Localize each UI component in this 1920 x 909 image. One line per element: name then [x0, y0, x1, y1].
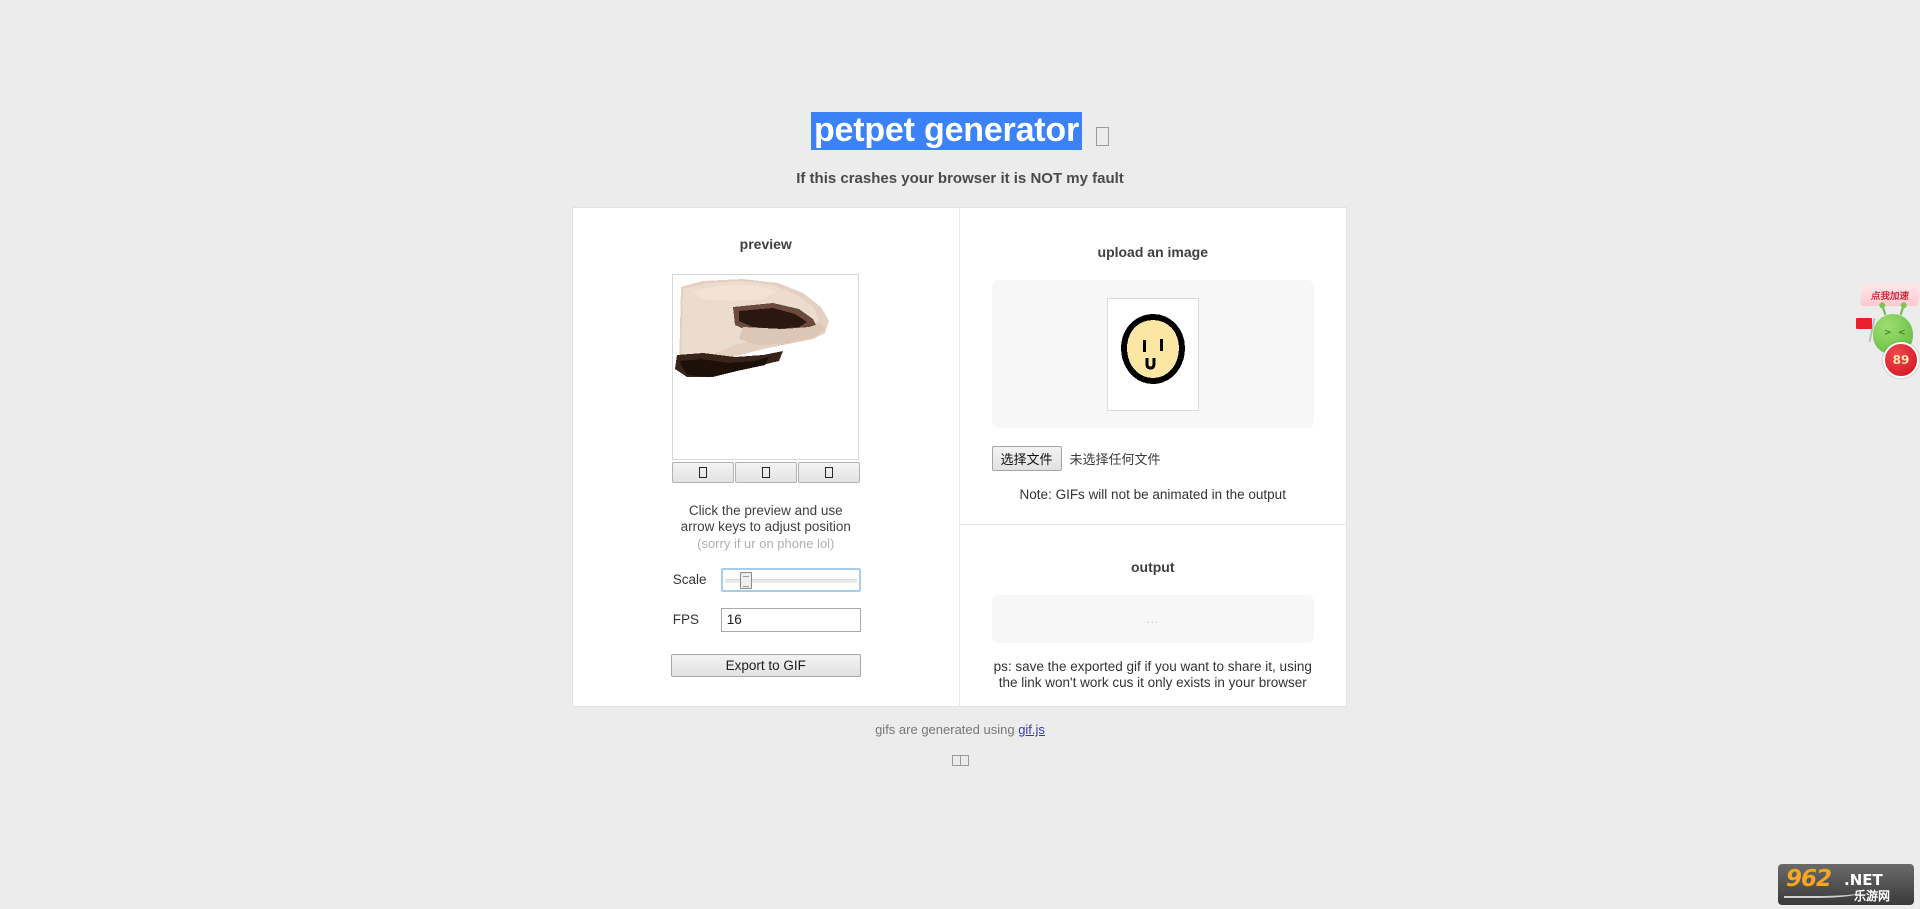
- ad-flag-icon: [1856, 318, 1872, 329]
- output-ps: ps: save the exported gif if you want to…: [992, 659, 1315, 692]
- ad-antenna-right-icon: [1899, 305, 1905, 316]
- choose-file-button[interactable]: 选择文件: [991, 446, 1062, 471]
- scale-row: Scale: [671, 567, 861, 592]
- preview-panel: preview Click the preview and use arrow …: [573, 208, 960, 706]
- file-input-row[interactable]: 选择文件 未选择任何文件: [991, 446, 1315, 471]
- upload-heading: upload an image: [1097, 244, 1208, 260]
- output-panel: output ... ps: save the exported gif if …: [960, 525, 1347, 692]
- fps-label: FPS: [672, 612, 700, 628]
- pet-hand-image: [673, 277, 839, 387]
- footer-tofu-wrap: [0, 753, 1920, 771]
- uploaded-smiley-image: [1110, 302, 1195, 406]
- gifjs-link[interactable]: gif.js: [1018, 722, 1045, 737]
- preview-hint-line1: Click the preview and use: [688, 503, 843, 518]
- gif-note: Note: GIFs will not be animated in the o…: [1019, 487, 1286, 502]
- preview-button-2[interactable]: [734, 462, 797, 483]
- floating-ad-widget[interactable]: 点我加速 > < 89: [1851, 284, 1920, 384]
- site-watermark: 962 .NET 乐游网: [1778, 864, 1914, 905]
- fps-row: FPS: [671, 607, 861, 632]
- uploaded-image-frame: [1106, 297, 1199, 411]
- footer-credit-text: gifs are generated using: [875, 722, 1015, 737]
- scale-slider[interactable]: [720, 567, 861, 592]
- main-card: preview Click the preview and use arrow …: [572, 207, 1347, 707]
- upload-panel: upload an image 选择文件 未选择任何文件 Note: GIFs …: [959, 208, 1346, 525]
- page-subtitle: If this crashes your browser it is NOT m…: [796, 170, 1124, 187]
- tofu-icon: [698, 467, 707, 478]
- preview-heading: preview: [739, 236, 792, 252]
- watermark-swoosh-icon: [1784, 889, 1860, 898]
- ad-badge[interactable]: 89: [1883, 342, 1919, 378]
- page-root: petpet generator If this crashes your br…: [0, 0, 1920, 909]
- file-status-label: 未选择任何文件: [1069, 452, 1161, 467]
- tofu-icon: [824, 467, 833, 478]
- preview-canvas[interactable]: [672, 274, 860, 460]
- output-ps-line1: ps: save the exported gif if you want to…: [993, 659, 1312, 674]
- upload-dropzone[interactable]: [991, 280, 1314, 428]
- output-heading: output: [1130, 559, 1175, 575]
- ad-eye-left-icon: >: [1884, 328, 1892, 338]
- ad-eye-right-icon: <: [1898, 328, 1906, 338]
- scale-slider-thumb[interactable]: [739, 571, 752, 589]
- footer-credit: gifs are generated using gif.js: [0, 722, 1920, 737]
- right-panel: upload an image 选择文件 未选择任何文件 Note: GIFs …: [959, 208, 1347, 706]
- output-box: ...: [991, 595, 1314, 643]
- ad-antenna-left-icon: [1881, 305, 1887, 316]
- preview-hint-line2: arrow keys to adjust position: [680, 519, 851, 535]
- title-tofu-icon: [1096, 126, 1110, 146]
- preview-hint: Click the preview and use arrow keys to …: [656, 503, 876, 552]
- preview-button-3[interactable]: [797, 462, 860, 483]
- footer-tofu-icon: [951, 755, 969, 766]
- page-title: petpet generator: [810, 112, 1083, 150]
- page-title-wrap: petpet generator: [0, 112, 1920, 150]
- preview-button-1[interactable]: [671, 462, 734, 483]
- ad-bubble-label[interactable]: 点我加速: [1860, 284, 1920, 306]
- scale-label: Scale: [672, 572, 707, 588]
- export-to-gif-button[interactable]: Export to GIF: [670, 653, 861, 677]
- preview-hint-line3: (sorry if ur on phone lol): [697, 535, 835, 551]
- fps-input[interactable]: [720, 607, 861, 632]
- preview-button-group: [671, 462, 860, 483]
- page-header: petpet generator If this crashes your br…: [0, 0, 1920, 187]
- page-footer: gifs are generated using gif.js: [0, 722, 1920, 771]
- tofu-icon: [761, 467, 770, 478]
- output-ps-line2: the link won't work cus it only exists i…: [998, 675, 1307, 691]
